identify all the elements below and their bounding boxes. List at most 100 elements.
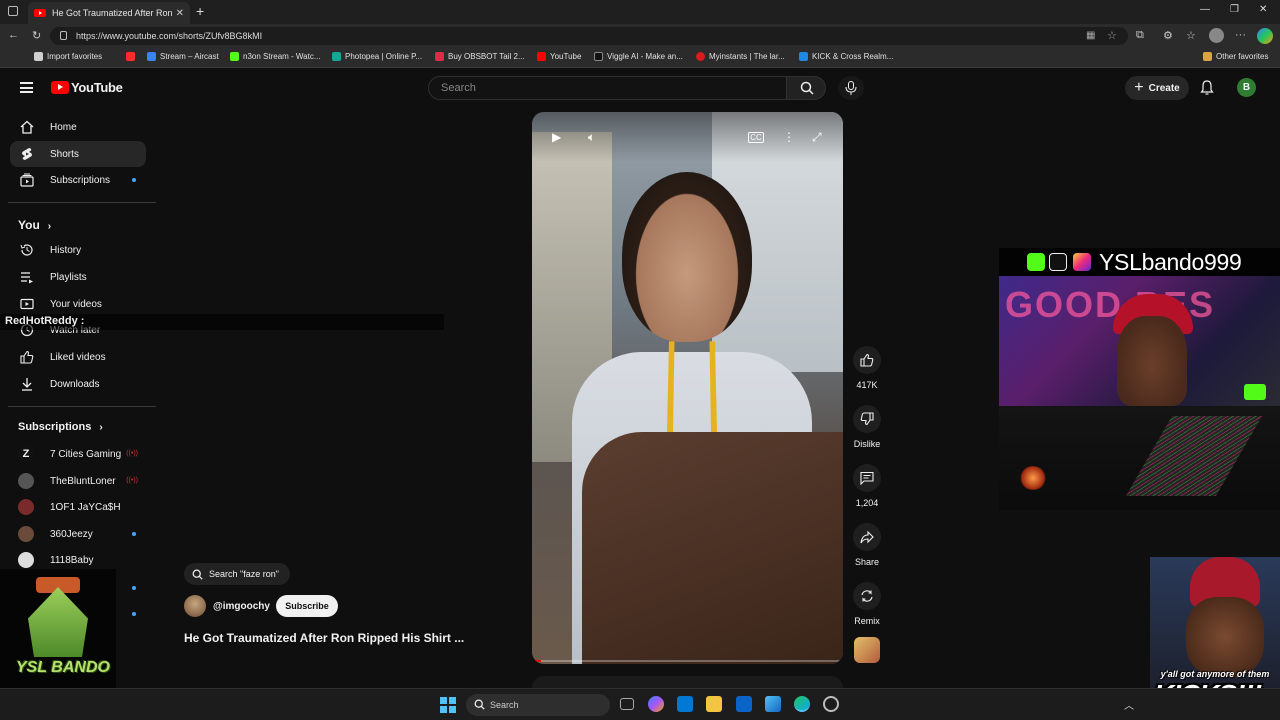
keyboard-graphic [1125,416,1263,496]
sidebar-sub-1of1-jaycash[interactable]: 1OF1 JaYCa$H [10,494,146,520]
bookmark-item[interactable] [126,52,139,61]
account-avatar[interactable]: B [1237,78,1256,97]
voice-search-button[interactable] [838,76,864,100]
like-button[interactable]: 417K [852,346,882,390]
bookmark-item[interactable]: Photopea | Online P... [332,52,422,61]
import-icon [34,52,43,61]
bookmark-item[interactable]: YouTube [537,52,581,61]
youtube-favicon-icon [34,9,46,17]
task-view-icon[interactable] [620,698,634,710]
sidebar-item-home[interactable]: Home [10,114,146,140]
remix-button[interactable]: Remix [852,582,882,626]
audio-track-thumbnail[interactable] [854,637,880,663]
store-icon[interactable] [677,696,693,712]
bookmark-item[interactable]: Stream – Aircast [147,52,219,61]
sidebar-item-downloads[interactable]: Downloads [10,371,146,397]
you-heading-text: You [18,218,40,232]
search-icon [192,569,203,580]
favorite-star-icon[interactable]: ☆ [1107,29,1117,42]
notifications-bell-icon[interactable] [1200,80,1214,95]
dislike-button[interactable]: Dislike [852,405,882,449]
more-options-icon[interactable]: ⋮ [783,130,799,146]
sidebar-item-label: 7 Cities Gaming [50,448,122,460]
subscriptions-section-heading[interactable]: Subscriptions › [18,421,103,433]
new-content-dot [132,532,136,536]
volume-icon[interactable]: 🔈︎ [588,130,604,146]
play-icon[interactable]: ▶ [552,130,568,146]
sidebar-item-shorts[interactable]: Shorts [10,141,146,167]
menu-icon[interactable] [20,82,33,93]
shorts-video-player[interactable]: ▶ 🔈︎ CC ⋮ ⤢ [532,112,843,664]
myinstants-icon [696,52,705,61]
sidebar-sub-7-cities-gaming[interactable]: Z 7 Cities Gaming ((•)) [10,441,146,467]
sidebar-item-history[interactable]: History [10,237,146,263]
refresh-icon[interactable]: ↻ [32,29,41,42]
back-icon[interactable]: ← [8,29,19,41]
reader-icon[interactable]: ▦ [1086,30,1095,41]
extensions-icon[interactable]: ⧉ [1136,29,1144,42]
subs-heading-text: Subscriptions [18,421,92,433]
search-input[interactable]: Search [428,76,787,100]
chevron-right-icon: › [47,221,52,232]
restore-icon[interactable]: ❐ [1230,4,1239,15]
fullscreen-icon[interactable]: ⤢ [812,130,828,146]
you-section-heading[interactable]: You › [18,218,51,232]
sidebar-sub-thebluntloner[interactable]: TheBluntLoner ((•)) [10,468,146,494]
next-short-preview[interactable] [532,676,843,688]
bookmark-item[interactable]: Import favorites [34,52,102,61]
create-button[interactable]: + Create [1125,76,1189,100]
bookmark-item[interactable]: Myinstants | The lar... [696,52,785,61]
minimize-icon[interactable]: — [1200,4,1210,15]
related-search-text: Search "faze ron" [209,569,279,579]
show-hidden-icons-icon[interactable]: ︿ [1124,697,1134,712]
profile-icon[interactable] [1209,28,1224,43]
bookmark-item[interactable]: KICK & Cross Realm... [799,52,893,61]
create-label: Create [1148,82,1180,94]
comments-button[interactable]: 1,204 [852,464,882,508]
tab-actions-icon[interactable] [8,6,18,16]
stream-logo: YSL BANDO [0,569,116,689]
bookmark-item[interactable]: Viggle AI - Make an... [594,52,683,61]
copilot-icon[interactable] [1257,28,1273,44]
outlook-icon[interactable] [736,696,752,712]
sidebar-item-subscriptions[interactable]: Subscriptions [10,167,146,193]
windows-start-icon[interactable] [440,697,456,713]
video-progress-bar[interactable] [532,660,843,662]
new-tab-icon[interactable]: + [196,3,204,19]
live-indicator-icon: ((•)) [126,450,138,457]
photos-icon[interactable] [765,696,781,712]
remix-label: Remix [854,616,880,626]
sidebar-divider [8,406,156,407]
browser-tab[interactable]: He Got Traumatized After Ron Ri ✕ [28,2,190,24]
sidebar-sub-360jeezy[interactable]: 360Jeezy [10,521,146,547]
captions-icon[interactable]: CC [748,132,764,143]
more-icon[interactable]: ··· [1235,29,1246,41]
url-field[interactable]: https://www.youtube.com/shorts/ZUfv8BG8k… [50,27,1128,45]
edge-icon[interactable] [794,696,810,712]
bookmark-item[interactable]: n3on Stream - Watc... [230,52,321,61]
copilot-app-icon[interactable] [648,696,664,712]
comments-circle [853,464,881,492]
close-window-icon[interactable]: ✕ [1259,4,1267,15]
sidebar-item-label: 1118Baby [50,554,94,566]
tab-close-icon[interactable]: ✕ [176,8,184,19]
short-title[interactable]: He Got Traumatized After Ron Ripped His … [184,631,464,645]
bookmark-item[interactable]: Other favorites [1203,52,1268,61]
share-button[interactable]: Share [852,523,882,567]
bookmark-item[interactable]: Buy OBSBOT Tail 2... [435,52,525,61]
mic-icon [845,81,857,95]
search-icon [800,81,814,95]
settings-app-icon[interactable] [823,696,839,712]
channel-handle[interactable]: @imgoochy [213,601,270,612]
sidebar-item-playlists[interactable]: Playlists [10,264,146,290]
favorites-icon[interactable]: ☆ [1186,29,1196,42]
sidebar-item-liked-videos[interactable]: Liked videos [10,344,146,370]
browser-essentials-icon[interactable]: ⚙ [1163,29,1173,42]
related-search-chip[interactable]: Search "faze ron" [184,563,290,585]
file-explorer-icon[interactable] [706,696,722,712]
search-button[interactable] [786,76,826,100]
taskbar-search[interactable]: Search [466,694,610,716]
youtube-logo[interactable]: YouTube [51,80,123,95]
channel-avatar[interactable] [184,595,206,617]
subscribe-button[interactable]: Subscribe [276,595,338,617]
